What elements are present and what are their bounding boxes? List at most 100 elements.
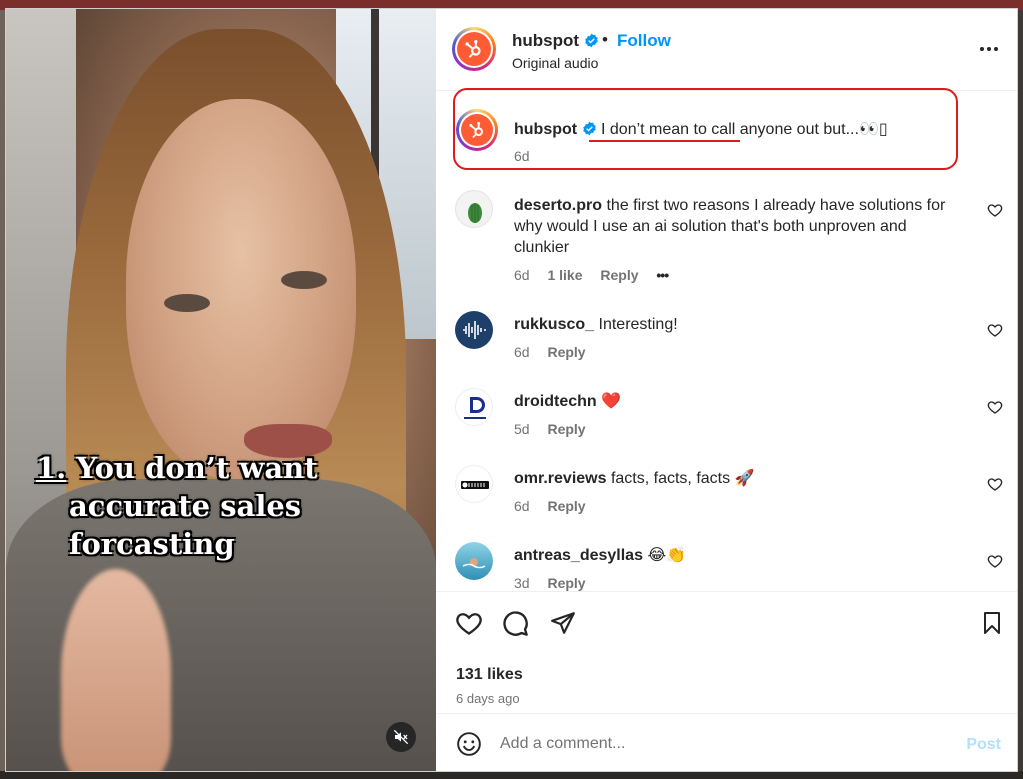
comment-meta: 3d Reply	[514, 575, 600, 591]
like-button[interactable]	[454, 608, 484, 638]
comment-text: antreas_desyllas 😂👏	[514, 545, 959, 566]
comment-likes[interactable]: 1 like	[547, 267, 582, 283]
droidtech-logo-icon	[464, 397, 486, 419]
list-item: droidtechn ❤️ 5d Reply	[436, 381, 1017, 443]
overlay-line-3: forcasting	[69, 527, 235, 561]
post-comment-button[interactable]: Post	[966, 736, 1001, 754]
paper-plane-icon	[551, 612, 575, 634]
follow-button[interactable]: Follow	[617, 31, 671, 51]
heart-icon	[456, 613, 482, 635]
post-timestamp: 6 days ago	[456, 691, 520, 706]
heart-icon[interactable]	[987, 322, 1003, 338]
comment-time: 3d	[514, 575, 530, 591]
comment-time: 6d	[514, 498, 530, 514]
list-item: deserto.pro the first two reasons I alre…	[436, 186, 1017, 286]
comment-more-options[interactable]: •••	[656, 267, 669, 283]
video-caption-overlay: 1. You don’t want accurate sales forcast…	[36, 449, 336, 563]
post-modal: 1. You don’t want accurate sales forcast…	[5, 8, 1018, 772]
soundwave-icon	[463, 321, 486, 339]
reply-button[interactable]: Reply	[547, 421, 585, 437]
post-header: hubspot • Follow Original audio	[436, 9, 1017, 91]
comment-meta: 6d Reply	[514, 344, 600, 360]
hubspot-logo-icon	[465, 40, 481, 58]
comment-meta: 5d Reply	[514, 421, 600, 437]
comment-text: droidtechn ❤️	[514, 391, 959, 412]
comment-body: Interesting!	[598, 316, 678, 333]
comment-username[interactable]: antreas_desyllas	[514, 547, 643, 564]
list-item: rukkusco_ Interesting! 6d Reply	[436, 304, 1017, 366]
share-button[interactable]	[548, 608, 578, 638]
heart-icon[interactable]	[987, 476, 1003, 492]
post-caption: hubspot I don’t mean to call anyone out …	[436, 91, 1017, 171]
more-horizontal-icon	[980, 47, 998, 51]
caption-time: 6d	[514, 148, 530, 164]
comment-username[interactable]: rukkusco_	[514, 316, 594, 333]
likes-count[interactable]: 131 likes	[456, 666, 523, 684]
post-author-name[interactable]: hubspot	[512, 31, 579, 50]
reply-button[interactable]: Reply	[547, 498, 585, 514]
reply-button[interactable]: Reply	[600, 267, 638, 283]
post-author-username[interactable]: hubspot	[512, 31, 599, 51]
comment-time: 5d	[514, 421, 530, 437]
mute-button[interactable]	[386, 722, 416, 752]
list-item: omr.reviews facts, facts, facts 🚀 6d Rep…	[436, 458, 1017, 520]
comment-text: rukkusco_ Interesting!	[514, 314, 959, 335]
comment-bubble-icon	[503, 611, 528, 636]
comments-list[interactable]: hubspot I don’t mean to call anyone out …	[436, 91, 1017, 591]
add-comment-bar: Post	[436, 713, 1017, 771]
hubspot-logo-icon	[469, 121, 483, 139]
header-separator: •	[602, 30, 608, 49]
comment-body: 😂👏	[647, 547, 687, 564]
comment-body: facts, facts, facts 🚀	[610, 470, 755, 487]
avatar[interactable]	[455, 311, 493, 349]
caption-meta: 6d	[514, 148, 544, 164]
comment-text: deserto.pro the first two reasons I alre…	[514, 195, 959, 258]
overlay-line-1: 1. You don’t want	[36, 449, 336, 487]
caption-body-part1: I don’t mean to call	[601, 121, 736, 138]
comment-body: ❤️	[601, 393, 622, 410]
list-item: antreas_desyllas 😂👏 3d Reply	[436, 535, 1017, 597]
post-actions: 131 likes 6 days ago	[436, 591, 1017, 731]
overlay-number: 1.	[36, 451, 67, 485]
heart-icon[interactable]	[987, 202, 1003, 218]
omr-logo-icon	[461, 481, 489, 489]
comment-username[interactable]: droidtechn	[514, 393, 597, 410]
comment-input[interactable]	[500, 730, 940, 758]
avatar[interactable]	[455, 542, 493, 580]
audio-link[interactable]: Original audio	[512, 55, 598, 71]
comment-meta: 6d 1 like Reply •••	[514, 267, 682, 283]
comment-username[interactable]: omr.reviews	[514, 470, 607, 487]
comment-meta: 6d Reply	[514, 498, 600, 514]
caption-username[interactable]: hubspot	[514, 121, 577, 138]
reply-button[interactable]: Reply	[547, 575, 585, 591]
smiley-icon[interactable]	[456, 731, 482, 757]
avatar[interactable]	[452, 27, 496, 71]
comment-username[interactable]: deserto.pro	[514, 197, 602, 214]
reel-video[interactable]: 1. You don’t want accurate sales forcast…	[6, 9, 436, 771]
speaker-muted-icon	[393, 729, 409, 745]
reply-button[interactable]: Reply	[547, 344, 585, 360]
video-person-face	[126, 99, 356, 479]
overlay-line-1-text: You don’t want	[76, 451, 318, 485]
verified-badge-icon	[582, 121, 596, 136]
avatar[interactable]	[455, 465, 493, 503]
overlay-line-2: accurate sales	[69, 489, 302, 523]
avatar[interactable]	[455, 388, 493, 426]
post-details-panel: hubspot • Follow Original audio hubspot …	[436, 9, 1017, 771]
comment-time: 6d	[514, 344, 530, 360]
avatar[interactable]	[456, 109, 498, 151]
caption-text: hubspot I don’t mean to call anyone out …	[514, 119, 999, 140]
video-person-hand	[61, 569, 171, 771]
more-options-button[interactable]	[977, 39, 1001, 59]
avatar[interactable]	[455, 190, 493, 228]
heart-icon[interactable]	[987, 553, 1003, 569]
heart-icon[interactable]	[987, 399, 1003, 415]
video-person-eye-left	[164, 294, 210, 312]
swimmer-photo-icon	[462, 558, 486, 569]
comment-button[interactable]	[500, 608, 530, 638]
save-button[interactable]	[977, 608, 1007, 638]
caption-trailing-glyph: ▯	[878, 121, 888, 138]
caption-body-part2: anyone out but...👀	[735, 121, 879, 138]
comment-time: 6d	[514, 267, 530, 283]
video-person-eye-right	[281, 271, 327, 289]
